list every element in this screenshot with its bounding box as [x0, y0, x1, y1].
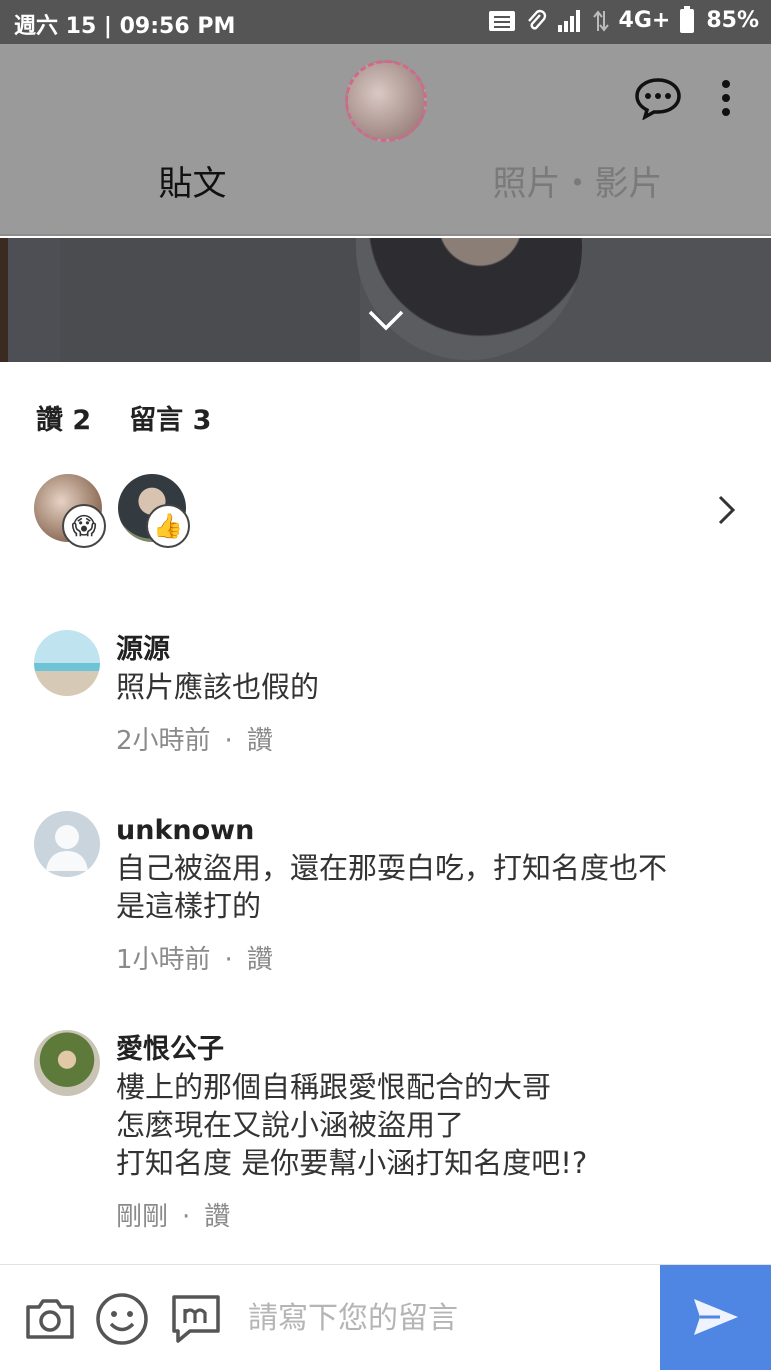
sticker-icon[interactable]: [168, 1291, 224, 1347]
cover-portrait: [356, 238, 582, 360]
comment-author[interactable]: 源源: [116, 632, 734, 668]
surprised-icon: 😱: [62, 504, 106, 548]
likes-count[interactable]: 讚 2: [36, 398, 91, 437]
comment-input[interactable]: [248, 1293, 648, 1343]
reaction-summary: 讚 2 留言 3: [36, 398, 211, 437]
comment-time: 剛剛: [116, 1202, 169, 1232]
default-user-icon: [46, 825, 88, 871]
status-bar: 週六 15 | 09:56 PM 4G+ 85%: [0, 0, 771, 44]
comment-like-button[interactable]: 讚: [204, 1200, 230, 1234]
tab-posts[interactable]: 貼文: [0, 154, 385, 214]
battery-level: 85%: [706, 8, 759, 33]
status-icons: 4G+ 85%: [488, 5, 759, 33]
comment-text: 樓上的那個自稱跟愛恨配合的大哥 怎麼現在又說小涵被盜用了 打知名度 是你要幫小涵…: [116, 1070, 588, 1180]
comment-composer: [0, 1264, 771, 1370]
comment-text: 照片應該也假的: [116, 670, 320, 704]
data-transfer-icon: [592, 9, 609, 32]
chat-icon[interactable]: [634, 76, 682, 120]
comment-time: 2小時前: [116, 726, 211, 756]
comment-meta: 2小時前 · 讚: [116, 724, 734, 758]
comment-text: 自己被盜用，還在那耍白吃，打知名度也不 是這樣打的: [116, 851, 668, 923]
comment-author[interactable]: 愛恨公子: [116, 1032, 734, 1068]
separator-dot: ·: [224, 726, 233, 756]
comment-body: 源源 照片應該也假的 2小時前 · 讚: [116, 632, 734, 758]
comments-count[interactable]: 留言 3: [129, 398, 211, 437]
network-type: 4G+: [618, 8, 671, 33]
page-avatar[interactable]: [345, 60, 427, 142]
comment-like-button[interactable]: 讚: [247, 724, 273, 758]
send-button[interactable]: [660, 1265, 771, 1370]
battery-icon: [680, 5, 695, 33]
more-options-icon[interactable]: [716, 78, 736, 118]
tab-photos-videos[interactable]: 照片・影片: [385, 154, 770, 214]
thumbs-up-icon: 👍: [146, 504, 190, 548]
chevron-down-icon[interactable]: [366, 308, 406, 332]
comment-like-button[interactable]: 讚: [247, 943, 273, 977]
paperclip-icon: [527, 9, 546, 29]
comment-time: 1小時前: [116, 945, 211, 975]
comment-meta: 剛剛 · 讚: [116, 1200, 734, 1234]
likers-row[interactable]: 😱 👍: [34, 474, 744, 548]
comment-body: unknown 自己被盜用，還在那耍白吃，打知名度也不 是這樣打的 1小時前 · 讚: [116, 813, 734, 977]
avatar[interactable]: [34, 1030, 100, 1096]
chevron-right-icon[interactable]: [716, 494, 738, 526]
separator-dot: ·: [182, 1202, 191, 1232]
tab-bar: 貼文 照片・影片: [0, 154, 771, 214]
emoji-icon[interactable]: [94, 1291, 150, 1347]
comment-meta: 1小時前 · 讚: [116, 943, 734, 977]
comment-author[interactable]: unknown: [116, 813, 734, 849]
camera-icon[interactable]: [22, 1291, 78, 1347]
message-notification-icon: [488, 10, 515, 31]
avatar[interactable]: [34, 630, 100, 696]
post-cover-image[interactable]: [0, 238, 771, 362]
status-time: 週六 15 | 09:56 PM: [14, 14, 236, 39]
signal-icon: [557, 9, 580, 32]
send-icon: [694, 1299, 738, 1335]
comment-body: 愛恨公子 樓上的那個自稱跟愛恨配合的大哥 怎麼現在又說小涵被盜用了 打知名度 是…: [116, 1032, 734, 1234]
page-header: 貼文 照片・影片: [0, 44, 771, 236]
separator-dot: ·: [224, 945, 233, 975]
avatar[interactable]: [34, 811, 100, 877]
